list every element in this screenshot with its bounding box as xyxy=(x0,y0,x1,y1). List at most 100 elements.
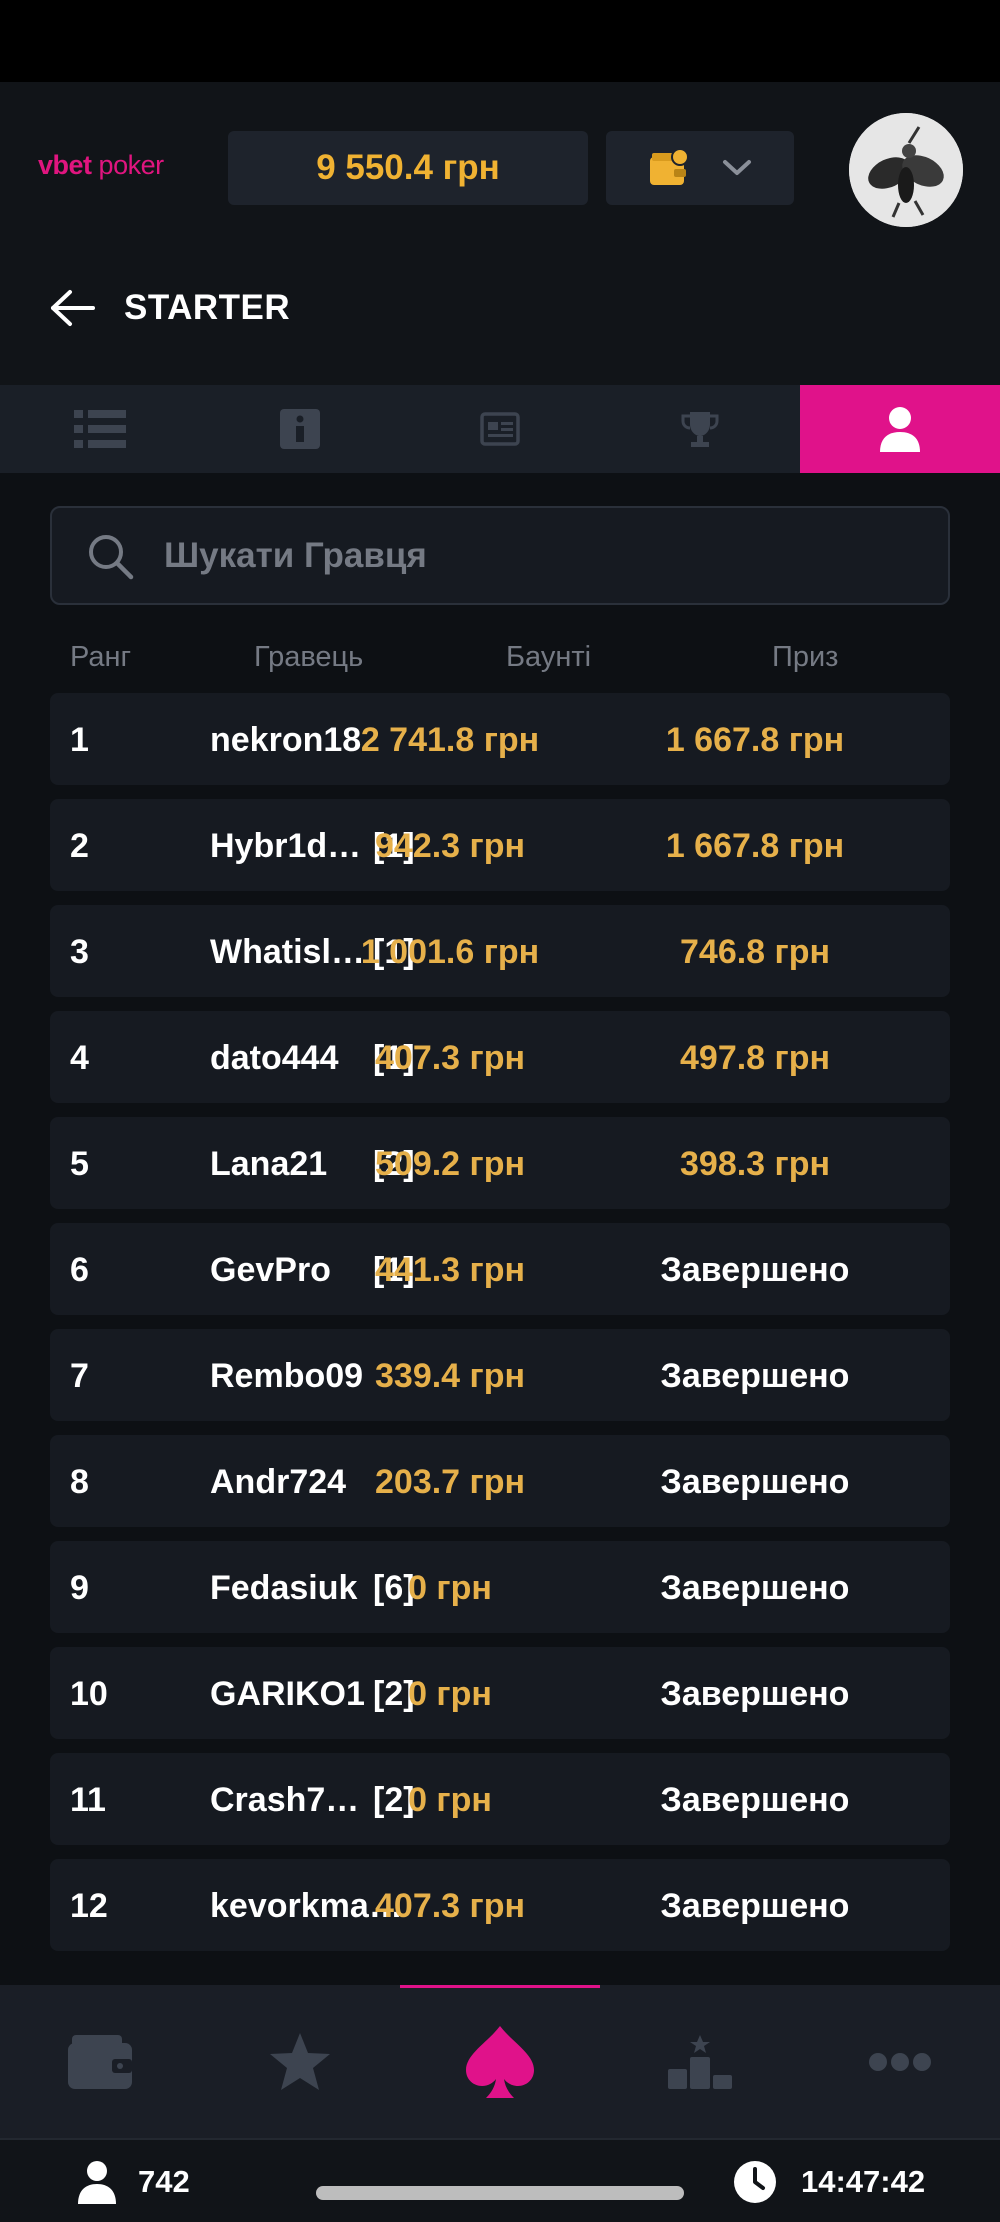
player-row[interactable]: 6 GevPro [1] 441.3 грн Завершено xyxy=(50,1223,950,1315)
status-bar xyxy=(0,0,1000,82)
player-bounty: 509.2 грн xyxy=(375,1145,525,1183)
balance-display[interactable]: 9 550.4 грн xyxy=(228,131,588,205)
player-row[interactable]: 5 Lana21 [2] 509.2 грн 398.3 грн xyxy=(50,1117,950,1209)
cashier-dropdown[interactable] xyxy=(606,131,794,205)
online-players: 742 xyxy=(78,2160,190,2204)
column-bounty[interactable]: Баунті xyxy=(506,641,591,674)
player-name: nekron18 xyxy=(210,721,362,759)
list-icon xyxy=(74,410,126,448)
player-name: GARIKO1 xyxy=(210,1675,365,1713)
tab-prizes[interactable] xyxy=(600,385,800,473)
player-row[interactable]: 12 kevorkma… 407.3 грн Завершено xyxy=(50,1859,950,1951)
back-navigation[interactable]: STARTER xyxy=(48,278,290,338)
vbet-poker-logo[interactable]: vbet poker xyxy=(38,150,164,181)
player-rank: 2 xyxy=(70,827,89,865)
player-bounty: 942.3 грн xyxy=(375,827,525,865)
player-row[interactable]: 7 Rembo09 339.4 грн Завершено xyxy=(50,1329,950,1421)
nav-more[interactable] xyxy=(800,1985,1000,2138)
player-name: Hybr1d… xyxy=(210,827,362,865)
player-bounty: 407.3 грн xyxy=(375,1887,525,1925)
column-rank[interactable]: Ранг xyxy=(70,641,131,674)
player-name: Andr724 xyxy=(210,1463,347,1501)
player-prize: Завершено xyxy=(660,1887,850,1925)
player-prize: 398.3 грн xyxy=(680,1145,830,1183)
player-name: Whatisl… xyxy=(210,933,365,971)
player-prize: Завершено xyxy=(660,1357,850,1395)
player-prize: 1 667.8 грн xyxy=(665,827,845,865)
player-prize: 497.8 грн xyxy=(680,1039,830,1077)
players-panel: Ранг Гравець Баунті Приз 1 nekron182 741.… xyxy=(0,473,1000,1985)
player-prize: Завершено xyxy=(660,1569,850,1607)
chevron-down-icon xyxy=(723,160,751,175)
column-prize[interactable]: Приз xyxy=(772,641,838,674)
players-list: 1 nekron18 2 741.8 грн 1 667.8 грн 2 Hybr1d…[… xyxy=(50,693,950,1965)
player-name: Crash7… xyxy=(210,1781,360,1819)
time-value: 14:47:42 xyxy=(801,2164,926,2199)
tab-info[interactable] xyxy=(200,385,400,473)
home-indicator[interactable] xyxy=(316,2186,684,2200)
player-bounty: 0 грн xyxy=(408,1569,492,1607)
nav-leaderboard[interactable] xyxy=(600,1985,800,2138)
player-row[interactable]: 4 dato444 [1] 407.3 грн 497.8 грн xyxy=(50,1011,950,1103)
player-row[interactable]: 2 Hybr1d… [1] 942.3 грн 1 667.8 грн xyxy=(50,799,950,891)
player-rank: 12 xyxy=(70,1887,108,1925)
player-rank: 4 xyxy=(70,1039,89,1077)
avatar[interactable] xyxy=(849,113,963,227)
search-box[interactable] xyxy=(50,506,950,605)
player-rank: 1 xyxy=(70,721,89,759)
player-prize: 746.8 грн xyxy=(680,933,830,971)
podium-icon xyxy=(668,2034,732,2089)
player-rank: 3 xyxy=(70,933,89,971)
tables-icon xyxy=(480,412,520,446)
clock-icon xyxy=(734,2161,776,2203)
player-row[interactable]: 11 Crash7… [2] 0 грн Завершено xyxy=(50,1753,950,1845)
user-icon xyxy=(78,2161,116,2204)
nav-wallet[interactable] xyxy=(0,1985,200,2138)
player-rank: 5 xyxy=(70,1145,89,1183)
player-row[interactable]: 9 Fedasiuk [6] 0 грн Завершено xyxy=(50,1541,950,1633)
player-rank: 11 xyxy=(70,1781,106,1819)
player-name: Fedasiuk xyxy=(210,1569,358,1607)
player-rank: 6 xyxy=(70,1251,89,1289)
online-count: 742 xyxy=(138,2164,190,2199)
status-footer: 742 14:47:42 xyxy=(0,2138,1000,2222)
player-row[interactable]: 3 Whatisl… [1] 1 001.6 грн 746.8 грн xyxy=(50,905,950,997)
player-name: dato444 xyxy=(210,1039,339,1077)
player-rank: 8 xyxy=(70,1463,89,1501)
tab-players[interactable] xyxy=(800,385,1000,473)
player-bounty: 339.4 грн xyxy=(375,1357,525,1395)
server-time: 14:47:42 xyxy=(733,2160,925,2204)
nav-poker[interactable] xyxy=(400,1985,600,2138)
tab-tables[interactable] xyxy=(400,385,600,473)
player-row[interactable]: 8 Andr724 203.7 грн Завершено xyxy=(50,1435,950,1527)
player-bounty: 203.7 грн xyxy=(375,1463,525,1501)
spade-icon xyxy=(466,2025,534,2098)
more-icon xyxy=(869,2052,931,2071)
logo-product: poker xyxy=(98,150,165,180)
player-bounty: 441.3 грн xyxy=(375,1251,525,1289)
player-prize: Завершено xyxy=(660,1463,850,1501)
player-name: Lana21 xyxy=(210,1145,328,1183)
user-icon xyxy=(880,407,920,452)
player-row[interactable]: 10 GARIKO1 [2] 0 грн Завершено xyxy=(50,1647,950,1739)
search-icon xyxy=(89,534,134,579)
player-name: Rembo09 xyxy=(210,1357,364,1395)
info-icon xyxy=(280,409,320,449)
tournament-tabs xyxy=(0,385,1000,473)
player-row[interactable]: 1 nekron18 2 741.8 грн 1 667.8 грн xyxy=(50,693,950,785)
column-player[interactable]: Гравець xyxy=(254,641,363,674)
trophy-icon xyxy=(681,412,719,447)
arrow-left-icon[interactable] xyxy=(48,288,96,328)
player-bounty: 2 741.8 грн xyxy=(360,721,540,759)
tab-list[interactable] xyxy=(0,385,200,473)
bottom-navigation xyxy=(0,1985,1000,2138)
nav-favorites[interactable] xyxy=(200,1985,400,2138)
player-prize: Завершено xyxy=(660,1781,850,1819)
search-input[interactable] xyxy=(164,535,814,576)
player-rank: 7 xyxy=(70,1357,89,1395)
star-icon xyxy=(270,2032,330,2090)
table-header: Ранг Гравець Баунті Приз xyxy=(50,633,950,683)
player-prize: Завершено xyxy=(660,1675,850,1713)
player-bounty: 407.3 грн xyxy=(375,1039,525,1077)
wallet-cash-icon xyxy=(650,148,689,185)
